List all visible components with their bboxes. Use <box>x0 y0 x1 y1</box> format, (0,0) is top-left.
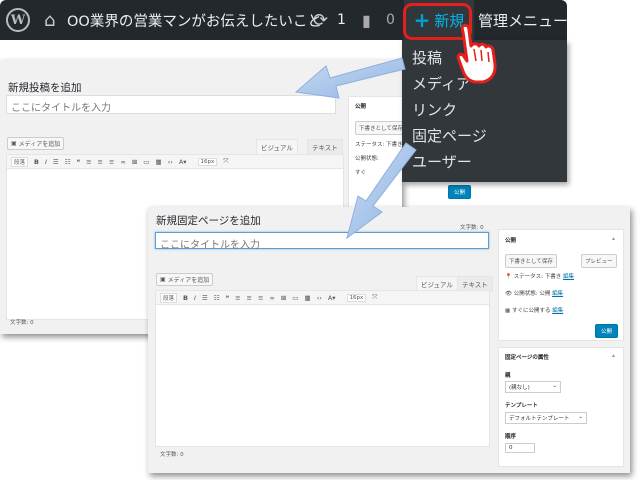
arrow-to-page-icon <box>346 142 417 240</box>
arrow-to-post-icon <box>294 57 406 99</box>
annotation-overlay <box>294 23 497 240</box>
tutorial-canvas: 新規投稿を追加 ここにタイトルを入力 ▣ メディアを追加 ビジュアル テキスト … <box>0 0 640 480</box>
pointing-hand-icon <box>456 23 497 84</box>
